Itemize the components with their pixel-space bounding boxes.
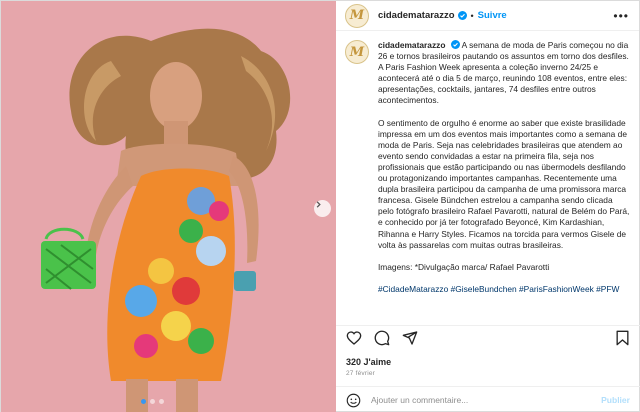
more-options-icon[interactable]: ••• <box>613 9 629 23</box>
post-date[interactable]: 27 février <box>346 370 375 377</box>
separator-dot: • <box>470 10 474 21</box>
comment-bar: Publier <box>335 386 640 412</box>
avatar-letter: M <box>349 44 365 60</box>
caption-username[interactable]: cidadematarazzo <box>378 40 446 50</box>
publish-button[interactable]: Publier <box>601 395 630 405</box>
username-link[interactable]: cidadematarazzo <box>378 10 455 21</box>
verified-icon <box>457 11 467 20</box>
caption-credits: Imagens: *Divulgação marca/ Rafael Pavar… <box>377 261 550 272</box>
caption-block: M cidadematarazzo A semana de moda de Pa… <box>336 32 640 319</box>
post-side-panel: M cidadematarazzo • Suivre ••• M cidadem… <box>335 1 640 412</box>
carousel-dot <box>150 399 155 404</box>
caption-hashtags[interactable]: #CidadeMatarazzo #GiseleBundchen #ParisF… <box>378 284 630 295</box>
heart-icon[interactable] <box>346 330 362 346</box>
follow-button[interactable]: Suivre <box>478 10 507 21</box>
carousel-dot <box>159 399 164 404</box>
fashion-photo-illustration <box>1 1 336 412</box>
avatar[interactable]: M <box>344 3 369 28</box>
avatar-letter: M <box>349 8 365 23</box>
caption-paragraph-2: O sentimento de orgulho é enorme ao sabe… <box>377 117 630 250</box>
instagram-post: M cidadematarazzo • Suivre ••• M cidadem… <box>0 0 640 412</box>
carousel-dot-active <box>141 399 146 404</box>
comment-icon[interactable] <box>374 330 390 346</box>
emoji-icon[interactable] <box>346 393 361 408</box>
share-icon[interactable] <box>402 330 418 346</box>
chevron-right-icon <box>316 201 321 208</box>
bookmark-icon[interactable] <box>615 330 630 346</box>
post-header: M cidadematarazzo • Suivre ••• <box>335 1 639 31</box>
post-image[interactable] <box>1 1 336 412</box>
comment-input[interactable] <box>370 395 571 405</box>
carousel-indicator <box>141 399 164 404</box>
likes-count[interactable]: 320 J'aime <box>346 357 391 367</box>
action-bar <box>335 325 640 349</box>
caption-paragraph-1: cidadematarazzo A semana de moda de Pari… <box>378 40 630 107</box>
verified-icon <box>450 40 460 49</box>
avatar[interactable]: M <box>344 40 369 64</box>
caption-text: cidadematarazzo A semana de moda de Pari… <box>378 40 630 319</box>
carousel-next-button[interactable] <box>314 200 331 217</box>
